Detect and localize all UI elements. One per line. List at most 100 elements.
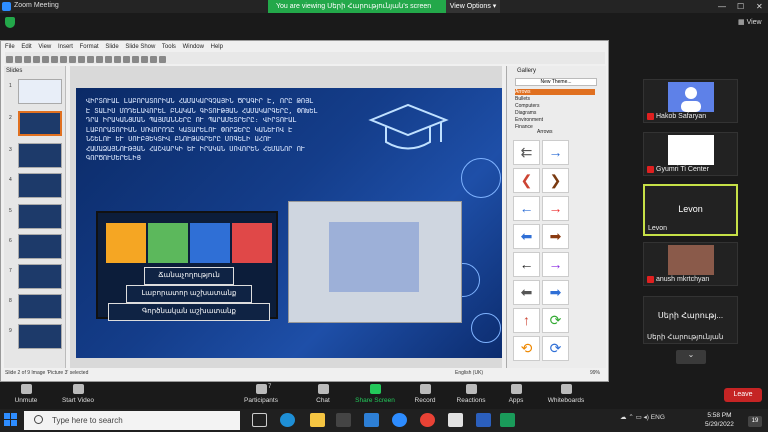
minimize-icon[interactable]: — — [718, 2, 726, 11]
table-icon[interactable] — [96, 56, 103, 63]
gallery-item-bullets[interactable]: Bullets — [515, 96, 530, 102]
tray-chevron-icon[interactable]: ⌃ — [628, 414, 633, 421]
image-icon[interactable] — [105, 56, 112, 63]
zoom-icon[interactable] — [392, 413, 407, 427]
gallery-item-environment[interactable]: Environment — [515, 117, 543, 123]
fontwork-icon[interactable] — [159, 56, 166, 63]
chrome-icon[interactable] — [420, 413, 435, 427]
export-icon[interactable] — [33, 56, 40, 63]
vscode-icon[interactable] — [364, 413, 379, 427]
new-theme-button[interactable]: New Theme... — [515, 78, 597, 86]
paste-icon[interactable] — [69, 56, 76, 63]
participant-tile[interactable]: Hakob Safaryan — [643, 79, 738, 123]
language-indicator[interactable]: ENG — [651, 414, 665, 421]
slide-thumbnail[interactable] — [18, 173, 62, 198]
arrow-icon[interactable]: → — [542, 196, 569, 221]
arrow-icon[interactable]: ← — [513, 196, 540, 221]
arrow-icon[interactable]: ❯ — [542, 168, 569, 193]
special-char-icon[interactable] — [150, 56, 157, 63]
arrow-icon[interactable]: ⬅ — [513, 280, 540, 305]
slide-thumbnail[interactable] — [18, 143, 62, 168]
participant-tile[interactable]: anush mkrtchyan — [643, 242, 738, 286]
arrow-icon[interactable]: ⟳ — [542, 308, 569, 333]
slide-thumbnail[interactable] — [18, 204, 62, 229]
redo-icon[interactable] — [87, 56, 94, 63]
slide-thumbnail[interactable] — [18, 294, 62, 319]
arrow-icon[interactable]: ⟲ — [513, 336, 540, 361]
volume-icon[interactable]: ◂) — [644, 414, 649, 421]
participant-tile[interactable]: Սերի Հարությ... Սերի Հարությունյան — [643, 296, 738, 344]
current-slide[interactable]: ՎԻՐՏՈՒԱԼ ԼԱԲՈՐԱՏՈՐԻԱՆ ՀԱՄԱԿԱՐԳՉԱՅԻՆ ԾՐԱԳ… — [76, 88, 502, 358]
arrow-icon[interactable]: ⇇ — [513, 140, 540, 165]
participant-tile[interactable]: Gyumri Ti Center — [643, 132, 738, 176]
menu-help[interactable]: Help — [211, 44, 223, 50]
arrow-icon[interactable]: ➡ — [542, 280, 569, 305]
print-icon[interactable] — [42, 56, 49, 63]
undo-icon[interactable] — [78, 56, 85, 63]
chevron-down-icon[interactable]: ⌄ — [676, 350, 706, 364]
arrow-icon[interactable]: ➡ — [542, 224, 569, 249]
start-video-button[interactable]: Start Video — [48, 384, 108, 404]
slide-thumbnail[interactable] — [18, 111, 62, 136]
menu-format[interactable]: Format — [80, 44, 99, 50]
cut-icon[interactable] — [51, 56, 58, 63]
arrow-icon[interactable]: ⬅ — [513, 224, 540, 249]
view-options-button[interactable]: View Options ▾ — [446, 0, 500, 13]
chat-button[interactable]: Chat — [293, 384, 353, 404]
close-icon[interactable]: ✕ — [756, 2, 763, 11]
menu-slide-show[interactable]: Slide Show — [125, 44, 155, 50]
arrow-icon[interactable]: ↑ — [513, 308, 540, 333]
notepad-icon[interactable] — [448, 413, 463, 427]
file-explorer-icon[interactable] — [310, 413, 325, 427]
view-button[interactable]: ▦ View — [738, 18, 762, 26]
menu-window[interactable]: Window — [183, 44, 204, 50]
gallery-item-finance[interactable]: Finance — [515, 124, 533, 130]
participants-button[interactable]: Participants — [231, 384, 291, 404]
menu-slide[interactable]: Slide — [105, 44, 118, 50]
slide-thumbnail[interactable] — [18, 79, 62, 104]
weather-icon[interactable]: ☁ — [620, 414, 627, 421]
taskbar-clock[interactable]: 5:58 PM 5/29/2022 — [705, 411, 734, 429]
notification-badge[interactable]: 19 — [748, 416, 762, 427]
menu-tools[interactable]: Tools — [162, 44, 176, 50]
chart-icon[interactable] — [114, 56, 121, 63]
gallery-item-diagrams[interactable]: Diagrams — [515, 110, 536, 116]
status-language: English (UK) — [455, 370, 484, 376]
word-icon[interactable] — [476, 413, 491, 427]
whiteboards-button[interactable]: Whiteboards — [536, 384, 596, 404]
libreoffice-impress-icon[interactable] — [500, 413, 515, 427]
gallery-item-arrows[interactable]: Arrows — [515, 89, 595, 95]
edge-icon[interactable] — [280, 413, 295, 427]
shape-icon[interactable] — [141, 56, 148, 63]
slide-thumbnail[interactable] — [18, 264, 62, 289]
menu-insert[interactable]: Insert — [58, 44, 73, 50]
open-icon[interactable] — [15, 56, 22, 63]
arrow-icon[interactable]: → — [542, 140, 569, 165]
save-icon[interactable] — [24, 56, 31, 63]
line-icon[interactable] — [132, 56, 139, 63]
security-shield-icon[interactable] — [5, 17, 15, 28]
menu-view[interactable]: View — [38, 44, 51, 50]
windows-start-icon[interactable] — [4, 413, 18, 427]
task-view-icon[interactable] — [252, 413, 267, 427]
participant-tile-active-speaker[interactable]: Levon Levon — [643, 184, 738, 236]
textbox-icon[interactable] — [123, 56, 130, 63]
new-icon[interactable] — [6, 56, 13, 63]
pyramid-diagram[interactable]: Ճանաչողություն Լաբորատոր աշխատանք Գործնա… — [96, 211, 278, 321]
menu-file[interactable]: File — [5, 44, 15, 50]
menu-edit[interactable]: Edit — [21, 44, 31, 50]
slide-thumbnail[interactable] — [18, 324, 62, 349]
leave-button[interactable]: Leave — [724, 388, 762, 402]
slide-thumbnail[interactable] — [18, 234, 62, 259]
store-icon[interactable] — [336, 413, 351, 427]
taskbar-search-input[interactable]: Type here to search — [24, 411, 240, 430]
arrow-icon[interactable]: ❮ — [513, 168, 540, 193]
network-icon[interactable]: ▭ — [636, 414, 642, 421]
embedded-screenshot-image[interactable] — [288, 201, 462, 323]
arrow-icon[interactable]: ⟳ — [542, 336, 569, 361]
copy-icon[interactable] — [60, 56, 67, 63]
arrow-icon[interactable]: ← — [513, 252, 540, 277]
gallery-item-computers[interactable]: Computers — [515, 103, 539, 109]
maximize-icon[interactable]: ☐ — [737, 2, 744, 11]
arrow-icon[interactable]: → — [542, 252, 569, 277]
